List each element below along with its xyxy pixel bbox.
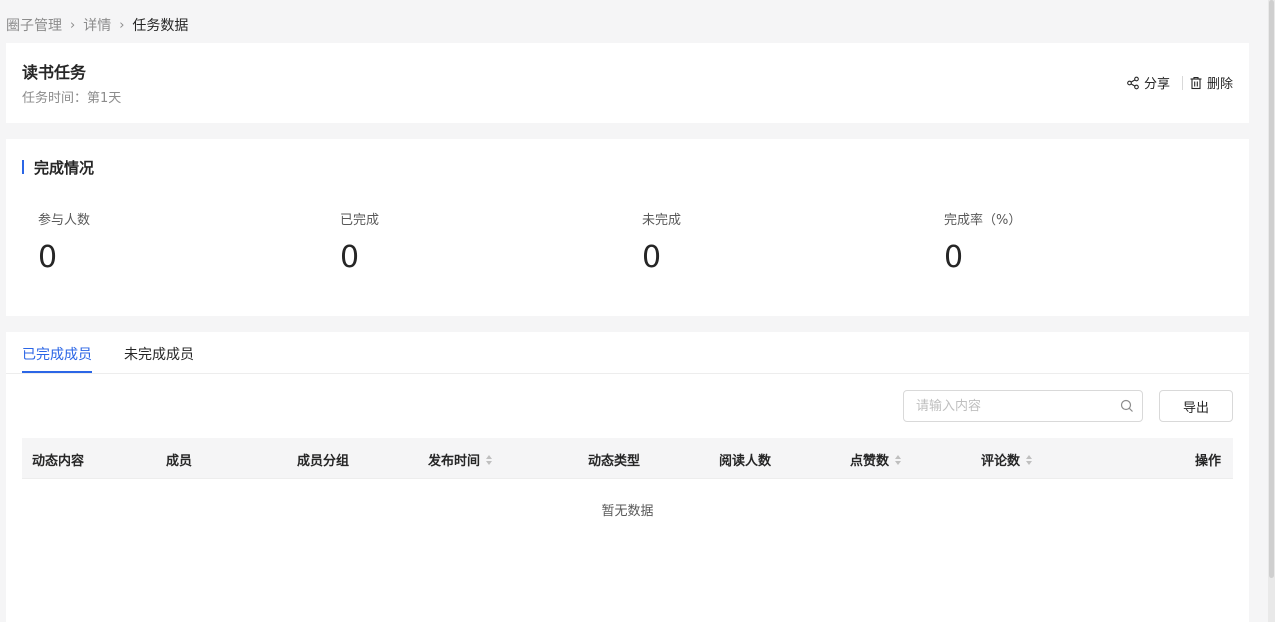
column-header-like-count[interactable]: 点赞数 — [850, 450, 902, 469]
column-header-content: 动态内容 — [32, 454, 85, 469]
sort-icon[interactable] — [486, 454, 493, 465]
column-header-read-count: 阅读人数 — [719, 454, 772, 469]
scrollbar-thumb[interactable] — [1269, 0, 1274, 578]
stat-value: 0 — [340, 240, 360, 275]
sort-icon[interactable] — [895, 454, 902, 465]
column-header-post-type: 动态类型 — [588, 454, 641, 469]
stat-label: 未完成 — [642, 213, 682, 228]
section-title: 完成情况 — [22, 157, 94, 178]
action-divider — [1181, 75, 1183, 90]
members-table-card: 已完成成员 未完成成员 导出 动态内容 成员 成员分组 发布时间 动态类型 阅读… — [6, 332, 1249, 622]
task-title: 读书任务 — [22, 63, 87, 82]
stat-participants: 参与人数 0 — [38, 209, 340, 275]
stat-label: 已完成 — [340, 213, 380, 228]
export-button[interactable]: 导出 — [1159, 390, 1233, 422]
delete-button[interactable]: 删除 — [1189, 73, 1233, 92]
delete-label: 删除 — [1206, 77, 1233, 92]
breadcrumb: 圈子管理 › 详情 › 任务数据 — [6, 14, 188, 36]
search-box — [903, 390, 1143, 422]
sort-icon[interactable] — [1026, 454, 1033, 465]
search-icon[interactable] — [1120, 399, 1134, 413]
empty-state-text: 暂无数据 — [601, 504, 654, 519]
stat-label: 参与人数 — [38, 213, 91, 228]
stat-completion-rate: 完成率（%） 0 — [944, 209, 1246, 275]
column-header-member-group: 成员分组 — [297, 454, 350, 469]
trash-icon — [1190, 76, 1202, 89]
stat-incomplete: 未完成 0 — [642, 209, 944, 275]
active-tab-indicator — [22, 371, 92, 373]
column-header-comment-count[interactable]: 评论数 — [981, 450, 1033, 469]
task-time: 任务时间：第1天 — [22, 91, 122, 106]
stat-value: 0 — [944, 240, 964, 275]
column-header-publish-time[interactable]: 发布时间 — [428, 450, 493, 469]
share-icon — [1127, 76, 1139, 89]
completion-stats-card: 完成情况 参与人数 0 已完成 0 未完成 0 完成率（%） 0 — [6, 139, 1249, 316]
stat-value: 0 — [642, 240, 662, 275]
table-header: 动态内容 成员 成员分组 发布时间 动态类型 阅读人数 点赞数 评论数 操作 — [22, 438, 1233, 479]
breadcrumb-item-detail[interactable]: 详情 — [83, 15, 111, 35]
header-actions: 分享 删除 — [1126, 73, 1233, 92]
search-input[interactable] — [916, 391, 1116, 421]
chevron-right-icon: › — [70, 17, 76, 33]
chevron-right-icon: › — [119, 17, 125, 33]
stat-label: 完成率（%） — [944, 213, 1022, 228]
column-header-actions: 操作 — [1195, 454, 1222, 469]
stat-completed: 已完成 0 — [340, 209, 642, 275]
member-tabs: 已完成成员 未完成成员 — [6, 332, 1249, 374]
tab-incomplete-members[interactable]: 未完成成员 — [124, 344, 194, 364]
tab-completed-members[interactable]: 已完成成员 — [22, 344, 92, 364]
breadcrumb-current: 任务数据 — [132, 18, 189, 34]
column-header-member: 成员 — [166, 454, 193, 469]
task-header-card: 读书任务 任务时间：第1天 分享 删除 — [6, 43, 1249, 123]
stat-value: 0 — [38, 240, 58, 275]
share-button[interactable]: 分享 — [1126, 73, 1170, 92]
share-label: 分享 — [1143, 77, 1170, 92]
breadcrumb-item-circle-management[interactable]: 圈子管理 — [6, 15, 62, 35]
